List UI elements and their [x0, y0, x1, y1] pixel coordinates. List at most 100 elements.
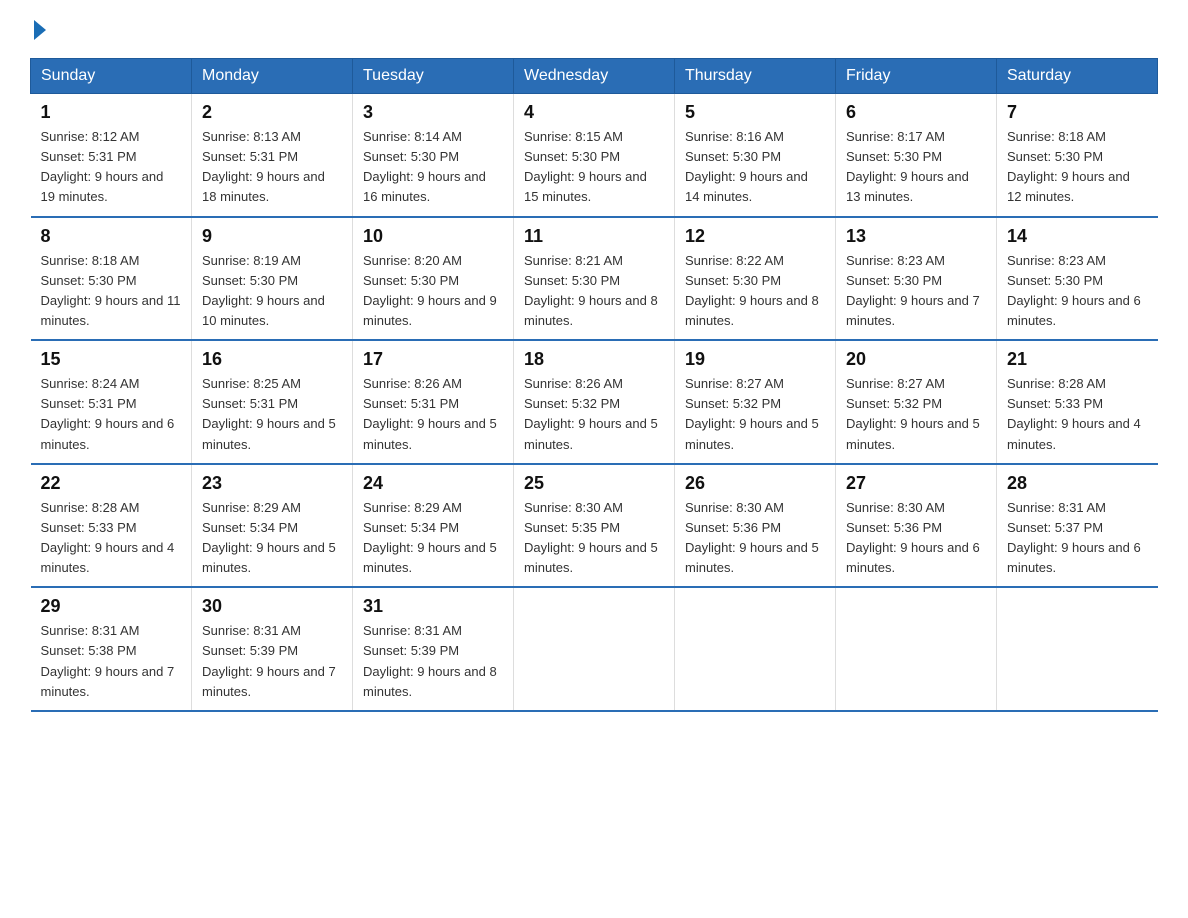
day-info: Sunrise: 8:30 AMSunset: 5:36 PMDaylight:… — [685, 500, 819, 575]
day-number: 16 — [202, 349, 342, 370]
calendar-cell: 8 Sunrise: 8:18 AMSunset: 5:30 PMDaylight… — [31, 217, 192, 341]
day-number: 27 — [846, 473, 986, 494]
day-info: Sunrise: 8:29 AMSunset: 5:34 PMDaylight:… — [363, 500, 497, 575]
calendar-cell: 26 Sunrise: 8:30 AMSunset: 5:36 PMDayligh… — [675, 464, 836, 588]
calendar-table: SundayMondayTuesdayWednesdayThursdayFrid… — [30, 58, 1158, 712]
calendar-cell: 2Sunrise: 8:13 AMSunset: 5:31 PMDaylight… — [192, 94, 353, 217]
day-number: 28 — [1007, 473, 1148, 494]
day-info: Sunrise: 8:26 AMSunset: 5:31 PMDaylight:… — [363, 376, 497, 451]
day-header-wednesday: Wednesday — [514, 59, 675, 94]
calendar-cell: 15 Sunrise: 8:24 AMSunset: 5:31 PMDayligh… — [31, 340, 192, 464]
calendar-cell: 5 Sunrise: 8:16 AMSunset: 5:30 PMDaylight… — [675, 94, 836, 217]
day-header-friday: Friday — [836, 59, 997, 94]
day-info: Sunrise: 8:31 AMSunset: 5:38 PMDaylight:… — [41, 623, 175, 698]
calendar-cell — [997, 587, 1158, 711]
day-number: 11 — [524, 226, 664, 247]
logo — [30, 20, 48, 40]
calendar-cell: 10 Sunrise: 8:20 AMSunset: 5:30 PMDayligh… — [353, 217, 514, 341]
week-row-5: 29 Sunrise: 8:31 AMSunset: 5:38 PMDayligh… — [31, 587, 1158, 711]
day-info: Sunrise: 8:26 AMSunset: 5:32 PMDaylight:… — [524, 376, 658, 451]
calendar-cell: 3 Sunrise: 8:14 AMSunset: 5:30 PMDaylight… — [353, 94, 514, 217]
calendar-cell: 19 Sunrise: 8:27 AMSunset: 5:32 PMDayligh… — [675, 340, 836, 464]
day-number: 4 — [524, 102, 664, 123]
calendar-cell: 9 Sunrise: 8:19 AMSunset: 5:30 PMDaylight… — [192, 217, 353, 341]
calendar-cell: 23 Sunrise: 8:29 AMSunset: 5:34 PMDayligh… — [192, 464, 353, 588]
calendar-cell: 22 Sunrise: 8:28 AMSunset: 5:33 PMDayligh… — [31, 464, 192, 588]
week-row-1: 1Sunrise: 8:12 AMSunset: 5:31 PMDaylight… — [31, 94, 1158, 217]
week-row-2: 8 Sunrise: 8:18 AMSunset: 5:30 PMDaylight… — [31, 217, 1158, 341]
day-info: Sunrise: 8:16 AMSunset: 5:30 PMDaylight:… — [685, 129, 808, 204]
day-info: Sunrise: 8:31 AMSunset: 5:39 PMDaylight:… — [202, 623, 336, 698]
calendar-cell: 12 Sunrise: 8:22 AMSunset: 5:30 PMDayligh… — [675, 217, 836, 341]
day-number: 31 — [363, 596, 503, 617]
calendar-cell: 16 Sunrise: 8:25 AMSunset: 5:31 PMDayligh… — [192, 340, 353, 464]
day-header-thursday: Thursday — [675, 59, 836, 94]
day-info: Sunrise: 8:19 AMSunset: 5:30 PMDaylight:… — [202, 253, 325, 328]
calendar-cell: 21 Sunrise: 8:28 AMSunset: 5:33 PMDayligh… — [997, 340, 1158, 464]
logo-arrow-icon — [34, 20, 46, 40]
day-header-sunday: Sunday — [31, 59, 192, 94]
calendar-cell: 11 Sunrise: 8:21 AMSunset: 5:30 PMDayligh… — [514, 217, 675, 341]
calendar-cell: 29 Sunrise: 8:31 AMSunset: 5:38 PMDayligh… — [31, 587, 192, 711]
week-row-3: 15 Sunrise: 8:24 AMSunset: 5:31 PMDayligh… — [31, 340, 1158, 464]
day-number: 17 — [363, 349, 503, 370]
day-info: Sunrise: 8:31 AMSunset: 5:37 PMDaylight:… — [1007, 500, 1141, 575]
day-info: Sunrise: 8:28 AMSunset: 5:33 PMDaylight:… — [41, 500, 175, 575]
calendar-cell: 30 Sunrise: 8:31 AMSunset: 5:39 PMDayligh… — [192, 587, 353, 711]
calendar-cell: 7 Sunrise: 8:18 AMSunset: 5:30 PMDaylight… — [997, 94, 1158, 217]
day-number: 22 — [41, 473, 182, 494]
calendar-cell: 28 Sunrise: 8:31 AMSunset: 5:37 PMDayligh… — [997, 464, 1158, 588]
calendar-cell: 27 Sunrise: 8:30 AMSunset: 5:36 PMDayligh… — [836, 464, 997, 588]
calendar-cell: 14Sunrise: 8:23 AMSunset: 5:30 PMDayligh… — [997, 217, 1158, 341]
day-info: Sunrise: 8:25 AMSunset: 5:31 PMDaylight:… — [202, 376, 336, 451]
day-info: Sunrise: 8:15 AMSunset: 5:30 PMDaylight:… — [524, 129, 647, 204]
day-number: 26 — [685, 473, 825, 494]
calendar-cell: 18Sunrise: 8:26 AMSunset: 5:32 PMDayligh… — [514, 340, 675, 464]
day-info: Sunrise: 8:13 AMSunset: 5:31 PMDaylight:… — [202, 129, 325, 204]
day-header-monday: Monday — [192, 59, 353, 94]
calendar-cell — [836, 587, 997, 711]
day-info: Sunrise: 8:22 AMSunset: 5:30 PMDaylight:… — [685, 253, 819, 328]
day-number: 23 — [202, 473, 342, 494]
day-info: Sunrise: 8:30 AMSunset: 5:36 PMDaylight:… — [846, 500, 980, 575]
day-number: 15 — [41, 349, 182, 370]
day-info: Sunrise: 8:27 AMSunset: 5:32 PMDaylight:… — [685, 376, 819, 451]
week-row-4: 22 Sunrise: 8:28 AMSunset: 5:33 PMDayligh… — [31, 464, 1158, 588]
day-number: 29 — [41, 596, 182, 617]
day-number: 6 — [846, 102, 986, 123]
calendar-cell: 25Sunrise: 8:30 AMSunset: 5:35 PMDayligh… — [514, 464, 675, 588]
day-info: Sunrise: 8:18 AMSunset: 5:30 PMDaylight:… — [41, 253, 181, 328]
day-number: 10 — [363, 226, 503, 247]
day-number: 5 — [685, 102, 825, 123]
day-number: 30 — [202, 596, 342, 617]
day-number: 25 — [524, 473, 664, 494]
day-info: Sunrise: 8:29 AMSunset: 5:34 PMDaylight:… — [202, 500, 336, 575]
page-header — [30, 20, 1158, 40]
day-info: Sunrise: 8:28 AMSunset: 5:33 PMDaylight:… — [1007, 376, 1141, 451]
day-number: 19 — [685, 349, 825, 370]
day-number: 12 — [685, 226, 825, 247]
day-info: Sunrise: 8:31 AMSunset: 5:39 PMDaylight:… — [363, 623, 497, 698]
calendar-cell — [675, 587, 836, 711]
day-number: 24 — [363, 473, 503, 494]
day-info: Sunrise: 8:14 AMSunset: 5:30 PMDaylight:… — [363, 129, 486, 204]
day-number: 20 — [846, 349, 986, 370]
day-number: 8 — [41, 226, 182, 247]
calendar-cell: 6 Sunrise: 8:17 AMSunset: 5:30 PMDaylight… — [836, 94, 997, 217]
calendar-cell: 24 Sunrise: 8:29 AMSunset: 5:34 PMDayligh… — [353, 464, 514, 588]
day-number: 21 — [1007, 349, 1148, 370]
day-number: 3 — [363, 102, 503, 123]
day-info: Sunrise: 8:21 AMSunset: 5:30 PMDaylight:… — [524, 253, 658, 328]
day-number: 9 — [202, 226, 342, 247]
calendar-cell: 13Sunrise: 8:23 AMSunset: 5:30 PMDayligh… — [836, 217, 997, 341]
day-number: 7 — [1007, 102, 1148, 123]
day-info: Sunrise: 8:17 AMSunset: 5:30 PMDaylight:… — [846, 129, 969, 204]
day-number: 1 — [41, 102, 182, 123]
calendar-cell: 17 Sunrise: 8:26 AMSunset: 5:31 PMDayligh… — [353, 340, 514, 464]
day-info: Sunrise: 8:27 AMSunset: 5:32 PMDaylight:… — [846, 376, 980, 451]
day-info: Sunrise: 8:24 AMSunset: 5:31 PMDaylight:… — [41, 376, 175, 451]
day-info: Sunrise: 8:18 AMSunset: 5:30 PMDaylight:… — [1007, 129, 1130, 204]
calendar-cell: 1Sunrise: 8:12 AMSunset: 5:31 PMDaylight… — [31, 94, 192, 217]
calendar-cell: 4 Sunrise: 8:15 AMSunset: 5:30 PMDaylight… — [514, 94, 675, 217]
day-info: Sunrise: 8:20 AMSunset: 5:30 PMDaylight:… — [363, 253, 497, 328]
